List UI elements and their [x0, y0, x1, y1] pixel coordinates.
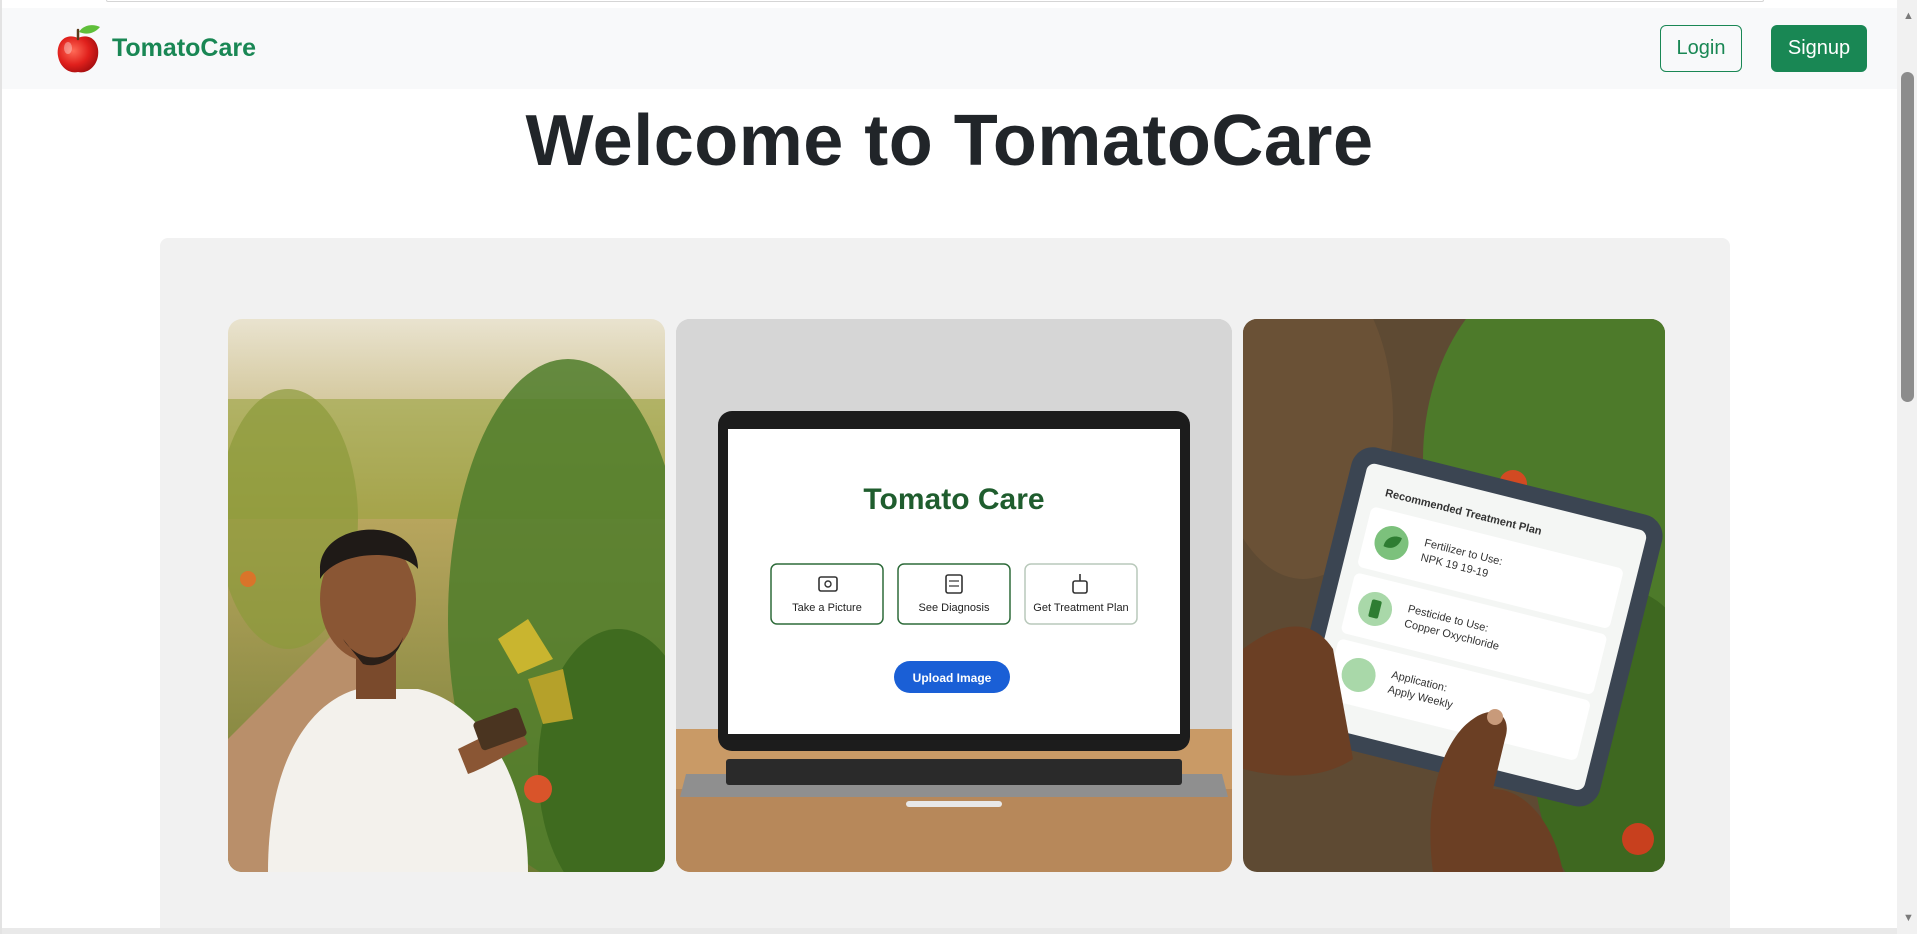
page-bottom-edge [2, 928, 1897, 934]
laptop-app-image: Tomato Care Take a Picture See Diagnosis… [676, 319, 1232, 872]
see-diagnosis-option: See Diagnosis [897, 563, 1011, 625]
navbar: TomatoCare Login Signup [2, 8, 1897, 89]
svg-text:See Diagnosis: See Diagnosis [919, 602, 990, 614]
svg-text:Upload Image: Upload Image [913, 671, 992, 685]
scroll-down-arrow-icon[interactable]: ▼ [1903, 912, 1914, 924]
browser-top-strip [106, 0, 1764, 2]
svg-text:Get Treatment Plan: Get Treatment Plan [1033, 602, 1128, 614]
signup-button[interactable]: Signup [1771, 25, 1867, 72]
login-button[interactable]: Login [1660, 25, 1742, 72]
tablet-treatment-image: Recommended Treatment Plan Fertilizer to… [1243, 319, 1665, 872]
treatment-plan-option: Get Treatment Plan [1024, 563, 1138, 625]
brand[interactable]: TomatoCare [54, 22, 256, 74]
farmer-photo-image [228, 319, 665, 872]
scroll-up-arrow-icon[interactable]: ▲ [1903, 10, 1914, 22]
svg-text:Take a Picture: Take a Picture [792, 602, 862, 614]
laptop-app-title: Tomato Care [863, 483, 1044, 516]
page: TomatoCare Login Signup Welcome to Tomat… [0, 0, 1917, 934]
page-title: Welcome to TomatoCare [525, 101, 1374, 181]
tomato-logo-icon [57, 25, 100, 73]
scrollbar-thumb[interactable] [1901, 72, 1914, 402]
upload-image-button: Upload Image [894, 661, 1010, 693]
take-picture-option: Take a Picture [770, 563, 884, 625]
brand-name: TomatoCare [112, 33, 257, 62]
